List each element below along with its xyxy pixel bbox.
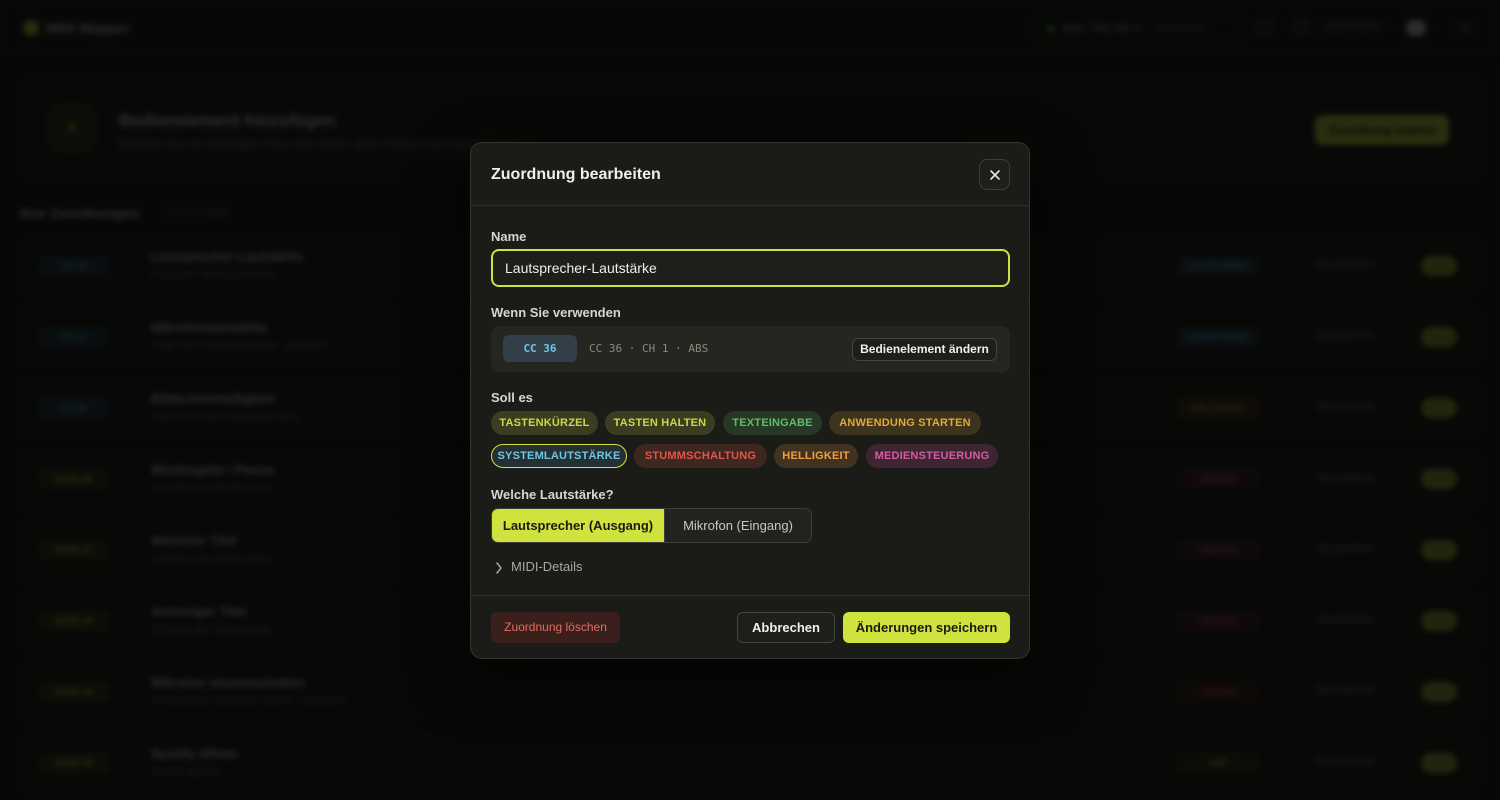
volume-label: Welche Lautstärke? [491, 487, 614, 502]
trigger-label: Wenn Sie verwenden [491, 305, 621, 320]
dialog-header: Zuordnung bearbeiten [471, 143, 1029, 206]
volume-target-selector: Lautsprecher (Ausgang) Mikrofon (Eingang… [491, 508, 812, 543]
midi-details-label: MIDI-Details [511, 559, 583, 574]
trigger-chip: CC 36 [503, 335, 577, 362]
action-chip-tastenkürzel[interactable]: TASTENKÜRZEL [491, 411, 598, 435]
action-label: Soll es [491, 390, 533, 405]
volume-option-microphone[interactable]: Mikrofon (Eingang) [664, 509, 811, 542]
cancel-button[interactable]: Abbrechen [737, 612, 835, 643]
name-input[interactable] [491, 249, 1010, 287]
action-chip-mediensteuerung[interactable]: MEDIENSTEUERUNG [866, 444, 998, 468]
change-control-button[interactable]: Bedienelement ändern [852, 338, 997, 361]
trigger-details: CC 36 · CH 1 · ABS [589, 342, 709, 355]
action-chip-tasten-halten[interactable]: TASTEN HALTEN [605, 411, 715, 435]
dialog-title: Zuordnung bearbeiten [491, 166, 661, 183]
close-button[interactable] [979, 159, 1010, 190]
trigger-box: CC 36 CC 36 · CH 1 · ABS Bedienelement ä… [491, 326, 1010, 372]
close-icon [990, 170, 1000, 180]
delete-mapping-button[interactable]: Zuordnung löschen [491, 612, 620, 643]
action-chip-helligkeit[interactable]: HELLIGKEIT [774, 444, 858, 468]
edit-mapping-dialog: Zuordnung bearbeiten Name Wenn Sie verwe… [470, 142, 1030, 659]
action-chip-stummschaltung[interactable]: STUMMSCHALTUNG [634, 444, 767, 468]
chevron-right-icon [496, 562, 502, 574]
volume-option-speaker[interactable]: Lautsprecher (Ausgang) [492, 509, 664, 542]
save-button[interactable]: Änderungen speichern [843, 612, 1010, 643]
action-chip-systemlautstärke[interactable]: SYSTEMLAUTSTÄRKE [491, 444, 627, 468]
action-chip-anwendung-starten[interactable]: ANWENDUNG STARTEN [829, 411, 981, 435]
action-chip-texteingabe[interactable]: TEXTEINGABE [723, 411, 822, 435]
dialog-footer: Zuordnung löschen Abbrechen Änderungen s… [471, 595, 1029, 658]
name-label: Name [491, 229, 527, 244]
